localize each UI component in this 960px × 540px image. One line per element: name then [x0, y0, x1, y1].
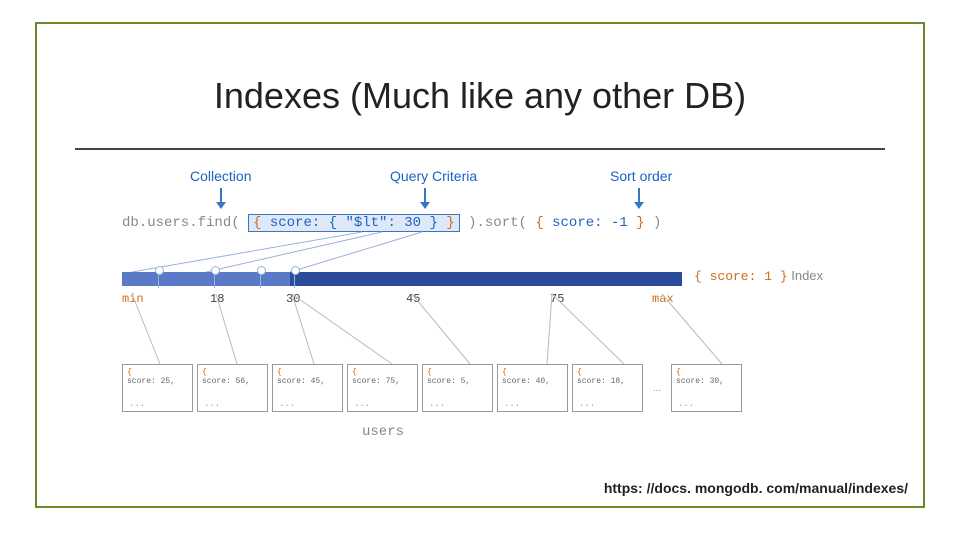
- code-text: score: { "$lt": 30 }: [261, 215, 446, 231]
- documents-row: {score: 25,... {score: 56,... {score: 45…: [122, 364, 742, 412]
- index-tick-icon: [294, 270, 295, 288]
- document-box: {score: 18,...: [572, 364, 643, 412]
- scale-value: 18: [210, 292, 224, 306]
- scale-value: 30: [286, 292, 300, 306]
- source-url: https: //docs. mongodb. com/manual/index…: [604, 480, 908, 496]
- scale-value: 75: [550, 292, 564, 306]
- arrow-down-icon: [220, 188, 222, 208]
- code-text: db.users.find(: [122, 215, 248, 231]
- slide-title: Indexes (Much like any other DB): [0, 75, 960, 117]
- scale-max: max: [652, 292, 674, 306]
- label-query-criteria: Query Criteria: [390, 168, 477, 184]
- index-spec-code: { score: 1 }: [694, 269, 788, 284]
- query-criteria-highlight: { score: { "$lt": 30 } }: [248, 214, 460, 232]
- connector-lines-top: [122, 228, 682, 278]
- scale-min: min: [122, 292, 144, 306]
- index-tick-icon: [214, 270, 215, 288]
- index-word: Index: [788, 268, 823, 283]
- code-text: score: -1: [544, 215, 636, 231]
- label-collection: Collection: [190, 168, 251, 184]
- document-box: {score: 25,...: [122, 364, 193, 412]
- code-brace: {: [535, 215, 543, 231]
- index-tick-icon: [260, 270, 261, 288]
- title-divider: [75, 148, 885, 150]
- document-box: {score: 5,...: [422, 364, 493, 412]
- document-box: {score: 45,...: [272, 364, 343, 412]
- document-box: {score: 30,...: [671, 364, 742, 412]
- document-box: {score: 56,...: [197, 364, 268, 412]
- index-spec-label: { score: 1 } Index: [694, 268, 823, 284]
- arrow-down-icon: [424, 188, 426, 208]
- index-bar-matched-range: [122, 272, 290, 286]
- code-text: ): [645, 215, 662, 231]
- collection-name-label: users: [362, 424, 404, 440]
- index-tick-icon: [158, 270, 159, 288]
- query-code-line: db.users.find( { score: { "$lt": 30 } } …: [122, 214, 661, 232]
- code-brace: }: [446, 215, 454, 231]
- index-diagram: Collection Query Criteria Sort order db.…: [122, 168, 842, 448]
- document-gap-ellipsis: ...: [647, 364, 667, 412]
- label-sort-order: Sort order: [610, 168, 672, 184]
- scale-value: 45: [406, 292, 420, 306]
- arrow-down-icon: [638, 188, 640, 208]
- code-text: ).sort(: [460, 215, 536, 231]
- document-box: {score: 75,...: [347, 364, 418, 412]
- document-box: {score: 40,...: [497, 364, 568, 412]
- code-brace: }: [636, 215, 644, 231]
